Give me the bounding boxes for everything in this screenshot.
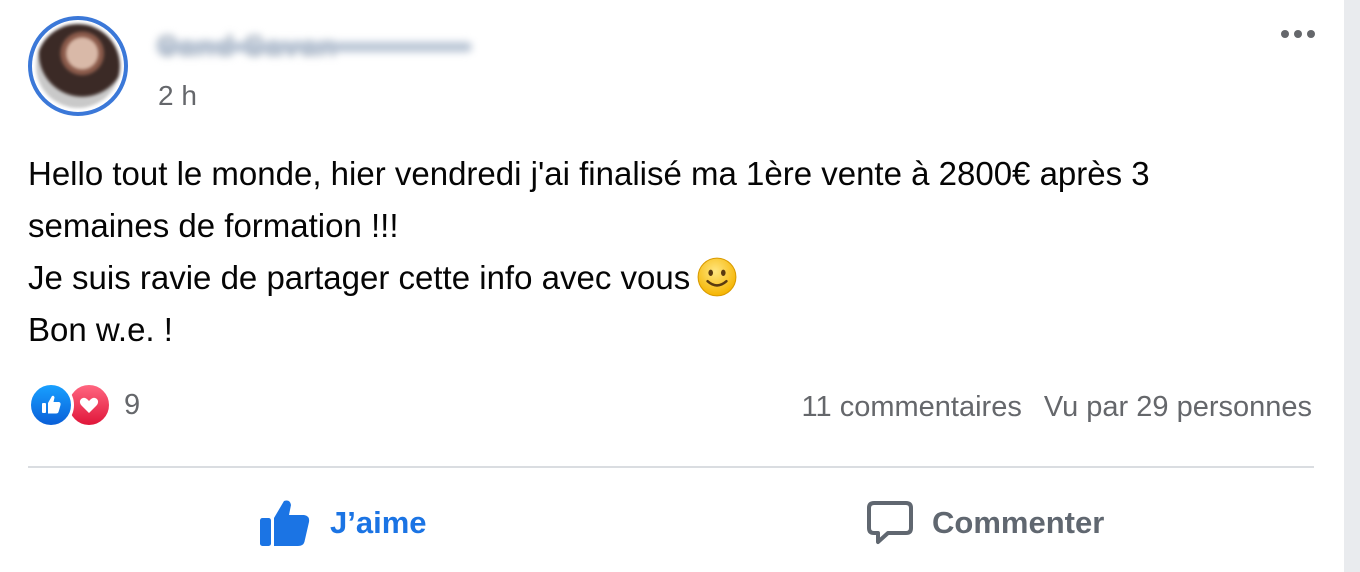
comment-button[interactable]: Commenter (866, 486, 1104, 560)
thumbs-up-icon (42, 395, 61, 414)
like-reaction-icon (28, 382, 74, 428)
post-text-segment: Je suis ravie de partager cette info ave… (28, 259, 691, 296)
author-name[interactable]: Cand Savan (156, 30, 472, 60)
divider (28, 466, 1314, 468)
facebook-post: Cand Savan 2 h Hello tout le monde, hier… (0, 0, 1344, 572)
heart-icon (79, 397, 99, 413)
like-button[interactable]: J’aime (258, 486, 427, 560)
post-text-line: Je suis ravie de partager cette info ave… (28, 252, 1328, 304)
avatar[interactable] (28, 16, 128, 116)
slightly-smiling-face-icon (697, 257, 737, 297)
comment-button-label: Commenter (932, 505, 1105, 540)
more-options-button[interactable] (1272, 18, 1324, 50)
views-count[interactable]: Vu par 29 personnes (1044, 391, 1312, 424)
reactions-summary[interactable]: 9 (28, 381, 140, 429)
post-stats: 11 commentaires Vu par 29 personnes (802, 391, 1312, 424)
more-dots-icon (1281, 30, 1289, 38)
post-text-line: Bon w.e. ! (28, 311, 173, 348)
more-dots-icon (1294, 30, 1302, 38)
more-dots-icon (1307, 30, 1315, 38)
comments-count-link[interactable]: 11 commentaires (802, 391, 1022, 424)
page-edge (1344, 0, 1360, 572)
thumbs-up-icon (260, 500, 310, 546)
post-text-line: semaines de formation !!! (28, 207, 399, 244)
like-button-label: J’aime (330, 505, 427, 540)
avatar-image (36, 24, 120, 108)
post-timestamp[interactable]: 2 h (158, 80, 197, 112)
speech-bubble-icon (867, 501, 913, 544)
reaction-count: 9 (124, 388, 141, 421)
post-text-line: Hello tout le monde, hier vendredi j'ai … (28, 155, 1150, 192)
post-text: Hello tout le monde, hier vendredi j'ai … (28, 148, 1328, 356)
